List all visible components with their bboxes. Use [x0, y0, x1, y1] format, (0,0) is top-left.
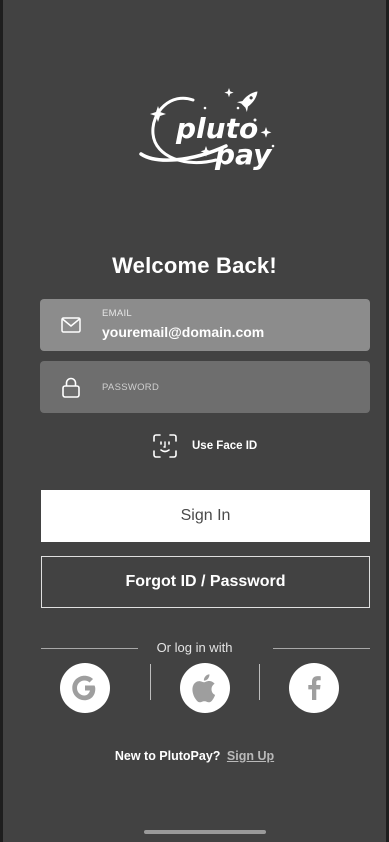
- logo-text-line2: pay: [214, 138, 273, 171]
- google-icon: [72, 675, 96, 701]
- face-id-button[interactable]: Use Face ID: [152, 433, 257, 459]
- apple-icon: [192, 674, 216, 703]
- apple-login-button[interactable]: [180, 663, 230, 713]
- divider-line-right: [273, 648, 370, 649]
- sign-up-link[interactable]: Sign Up: [227, 749, 274, 763]
- signup-prompt: New to PlutoPay? Sign Up: [3, 749, 386, 763]
- forgot-id-password-button[interactable]: Forgot ID / Password: [41, 556, 370, 608]
- rocket-orbit-logo-icon: pluto pay: [139, 88, 275, 171]
- social-separator: [150, 664, 151, 700]
- face-id-label: Use Face ID: [192, 440, 258, 452]
- email-value[interactable]: youremail@domain.com: [102, 324, 264, 340]
- password-field[interactable]: PASSWORD: [40, 361, 370, 413]
- social-separator: [259, 664, 260, 700]
- welcome-heading: Welcome Back!: [112, 253, 277, 278]
- email-field[interactable]: EMAIL youremail@domain.com: [40, 299, 370, 351]
- signup-prompt-text: New to PlutoPay?: [114, 749, 221, 763]
- sign-in-button[interactable]: Sign In: [41, 490, 370, 542]
- home-indicator[interactable]: [144, 830, 266, 834]
- facebook-login-button[interactable]: [289, 663, 339, 713]
- password-label: PASSWORD: [102, 382, 160, 393]
- face-id-icon: [153, 434, 177, 458]
- plutopay-logo: pluto pay: [131, 82, 281, 182]
- envelope-icon: [61, 317, 81, 333]
- google-login-button[interactable]: [60, 663, 110, 713]
- lock-icon: [62, 377, 80, 398]
- facebook-icon: [308, 676, 321, 700]
- login-screen: pluto pay Welcome Back! EMAIL youremail@…: [0, 0, 389, 842]
- email-label: EMAIL: [102, 308, 133, 319]
